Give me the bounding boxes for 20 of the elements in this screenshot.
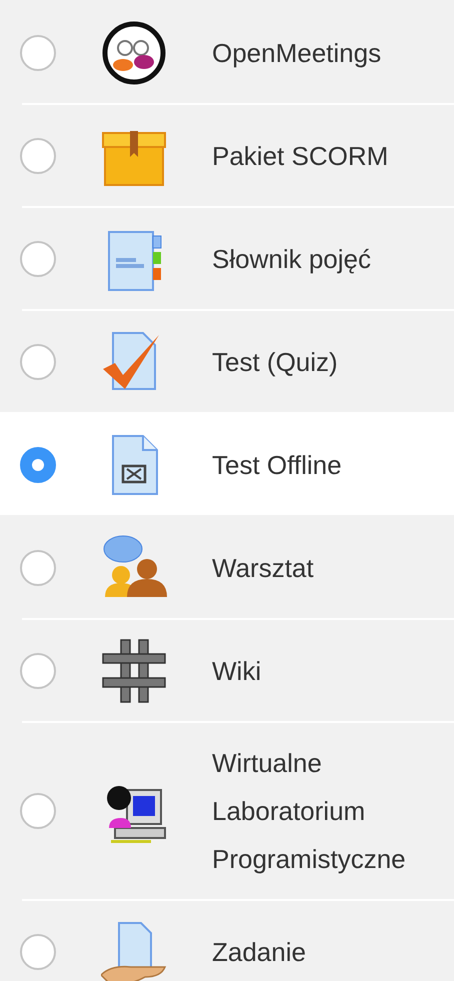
option-label: OpenMeetings xyxy=(212,36,382,70)
people-circle-icon xyxy=(101,20,167,86)
option-label: Test Offline xyxy=(212,448,343,482)
option-label: Test (Quiz) xyxy=(212,346,339,378)
option-label: Wiki xyxy=(212,654,262,688)
radio-button[interactable] xyxy=(20,550,56,586)
radio-button[interactable] xyxy=(20,446,56,482)
radio-button[interactable] xyxy=(20,34,56,70)
option-label: Słownik pojęć xyxy=(212,242,372,276)
wiki-icon xyxy=(101,638,167,704)
radio-button[interactable] xyxy=(20,138,56,174)
radio-button[interactable] xyxy=(20,240,56,276)
radio-button[interactable] xyxy=(20,652,56,688)
option-label: Wirtualne Laboratorium Programistyczne xyxy=(212,747,407,876)
radio-button[interactable] xyxy=(20,344,56,380)
option-label: Pakiet SCORM xyxy=(212,140,390,172)
radio-button[interactable] xyxy=(20,934,56,970)
option-label: Zadanie xyxy=(212,936,307,968)
radio-button[interactable] xyxy=(20,793,56,829)
option-label: Warsztat xyxy=(212,552,315,584)
